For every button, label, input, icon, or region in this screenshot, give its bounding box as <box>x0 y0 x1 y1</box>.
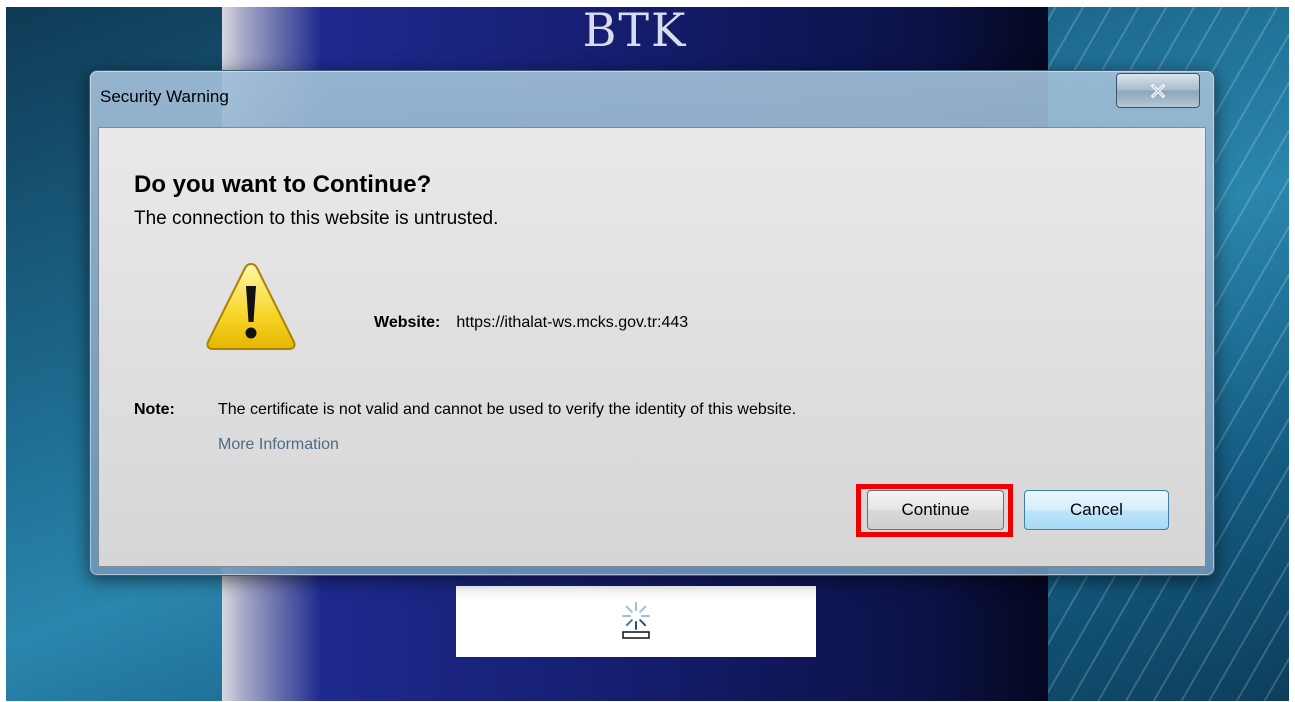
dialog-titlebar[interactable]: Security Warning <box>90 71 1214 121</box>
dialog-title: Security Warning <box>100 87 229 106</box>
dialog-subline: The connection to this website is untrus… <box>134 208 499 229</box>
loading-spinner-icon <box>622 602 650 639</box>
loading-panel <box>456 586 816 657</box>
warning-triangle-icon <box>206 262 296 350</box>
splash-title: BTK <box>582 7 688 57</box>
close-button[interactable] <box>1116 73 1200 108</box>
website-row: Website: https://ithalat-ws.mcks.gov.tr:4… <box>374 314 688 332</box>
close-icon <box>1150 83 1166 98</box>
website-url: https://ithalat-ws.mcks.gov.tr:443 <box>456 314 689 331</box>
dialog-headline: Do you want to Continue? <box>134 171 432 198</box>
cancel-button[interactable]: Cancel <box>1024 490 1169 530</box>
continue-button[interactable]: Continue <box>867 490 1004 530</box>
website-label: Website: <box>374 314 441 331</box>
dialog-content: Do you want to Continue? The connection … <box>98 127 1206 567</box>
note-label: Note: <box>134 401 175 418</box>
more-information-link[interactable]: More Information <box>218 436 339 454</box>
note-text: The certificate is not valid and cannot … <box>218 401 797 418</box>
security-warning-dialog: Security Warning Do you want to Continue… <box>89 70 1215 576</box>
